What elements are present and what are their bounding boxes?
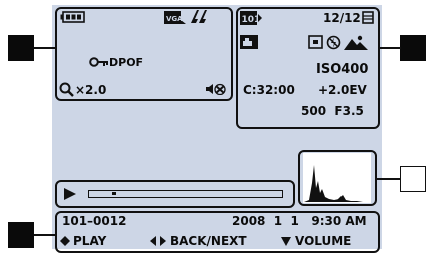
- callout-marker-right-top: [400, 35, 426, 61]
- callout-line-bottom: [34, 234, 56, 236]
- folder-badge-text: 101: [242, 15, 261, 25]
- memory-card-icon: [362, 11, 374, 24]
- vga-label: VGA: [166, 15, 183, 23]
- callout-line-left-top: [34, 47, 56, 49]
- play-mode-icon: [308, 35, 323, 49]
- folder-icon: 101: [240, 11, 262, 25]
- date-time: 2008 1 1 9:30 AM: [232, 214, 367, 228]
- timecode: C:32:00: [243, 83, 295, 97]
- landscape-icon: [344, 35, 368, 50]
- exposure-compensation: +2.0EV: [318, 83, 367, 97]
- histogram-panel: [303, 153, 371, 203]
- key-icon: [89, 57, 108, 67]
- magnifier-icon: [59, 82, 74, 97]
- progress-bar[interactable]: [88, 190, 283, 198]
- file-number: 101–0012: [62, 214, 127, 228]
- volume-label[interactable]: VOLUME: [295, 234, 351, 248]
- no-sound-icon: [206, 83, 226, 95]
- histogram-icon: [304, 165, 370, 202]
- progress-marker[interactable]: [111, 192, 116, 195]
- flash-icon: [191, 10, 207, 23]
- shutter-aperture: 500 F3.5: [301, 104, 364, 118]
- play-label[interactable]: PLAY: [73, 234, 106, 248]
- callout-line-right-top: [379, 47, 401, 49]
- callout-line-histogram: [376, 178, 401, 180]
- battery-icon: [60, 11, 85, 23]
- dpof-label: DPOF: [109, 56, 144, 69]
- callout-marker-left-top: [8, 35, 34, 61]
- camera-folder-icon: [240, 35, 258, 49]
- play-triangle-icon: [64, 188, 76, 200]
- back-next-label[interactable]: BACK/NEXT: [170, 234, 247, 248]
- vga-icon: VGA: [164, 11, 186, 24]
- callout-marker-histogram: [400, 166, 426, 192]
- left-right-arrows-icon: [150, 236, 166, 246]
- callout-marker-bottom: [8, 222, 34, 248]
- play-diamond-icon: [60, 236, 70, 246]
- iso-value: ISO400: [316, 62, 369, 77]
- zoom-value: ×2.0: [75, 83, 107, 97]
- down-triangle-icon: [281, 237, 291, 246]
- image-counter: 12/12: [323, 11, 361, 25]
- no-flash-icon: [326, 35, 341, 50]
